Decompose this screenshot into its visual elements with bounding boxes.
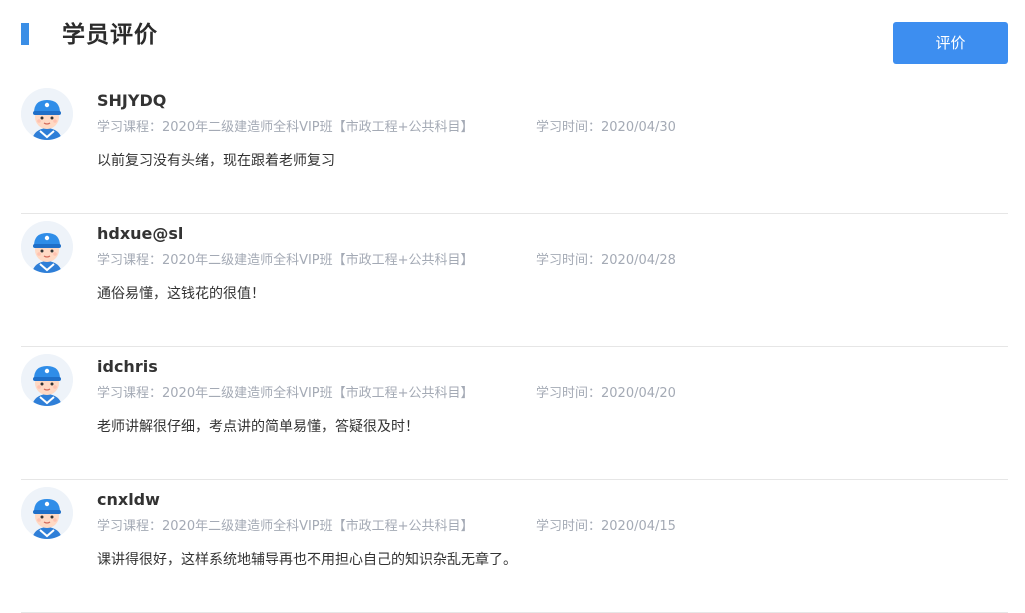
review-item: hdxue@sl 学习课程：2020年二级建造师全科VIP班【市政工程+公共科目… bbox=[21, 214, 1008, 347]
title-accent-bar bbox=[21, 23, 29, 45]
study-time: 学习时间：2020/04/20 bbox=[536, 386, 676, 401]
user-name: hdxue@sl bbox=[97, 224, 184, 243]
user-name: SHJYDQ bbox=[97, 91, 167, 110]
avatar bbox=[21, 221, 73, 273]
review-meta: 学习课程：2020年二级建造师全科VIP班【市政工程+公共科目】 学习时间：202… bbox=[97, 517, 676, 537]
review-list: SHJYDQ 学习课程：2020年二级建造师全科VIP班【市政工程+公共科目】学… bbox=[21, 81, 1008, 613]
review-comment: 以前复习没有头绪，现在跟着老师复习 bbox=[97, 153, 335, 169]
review-item: cnxldw 学习课程：2020年二级建造师全科VIP班【市政工程+公共科目】学… bbox=[21, 480, 1008, 613]
user-name: cnxldw bbox=[97, 490, 160, 509]
avatar bbox=[21, 487, 73, 539]
review-comment: 老师讲解很仔细，考点讲的简单易懂，答疑很及时！ bbox=[97, 419, 419, 435]
review-item: idchris 学习课程：2020年二级建造师全科VIP班【市政工程+公共科目】… bbox=[21, 347, 1008, 480]
course-info: 学习课程：2020年二级建造师全科VIP班【市政工程+公共科目】 bbox=[97, 120, 474, 135]
avatar bbox=[21, 354, 73, 406]
course-info: 学习课程：2020年二级建造师全科VIP班【市政工程+公共科目】 bbox=[97, 253, 474, 268]
review-meta: 学习课程：2020年二级建造师全科VIP班【市政工程+公共科目】 学习时间：202… bbox=[97, 251, 676, 271]
review-item: SHJYDQ 学习课程：2020年二级建造师全科VIP班【市政工程+公共科目】学… bbox=[21, 81, 1008, 214]
write-review-button[interactable]: 评价 bbox=[893, 22, 1008, 64]
course-info: 学习课程：2020年二级建造师全科VIP班【市政工程+公共科目】 bbox=[97, 386, 474, 401]
student-avatar-icon bbox=[21, 487, 73, 539]
section-header: 学员评价 评价 bbox=[0, 0, 1025, 70]
review-comment: 课讲得很好，这样系统地辅导再也不用担心自己的知识杂乱无章了。 bbox=[97, 552, 517, 568]
course-info: 学习课程：2020年二级建造师全科VIP班【市政工程+公共科目】 bbox=[97, 519, 474, 534]
study-time: 学习时间：2020/04/30 bbox=[536, 120, 676, 135]
student-avatar-icon bbox=[21, 221, 73, 273]
avatar bbox=[21, 88, 73, 140]
user-name: idchris bbox=[97, 357, 158, 376]
study-time: 学习时间：2020/04/15 bbox=[536, 519, 676, 534]
student-avatar-icon bbox=[21, 354, 73, 406]
study-time: 学习时间：2020/04/28 bbox=[536, 253, 676, 268]
review-comment: 通俗易懂，这钱花的很值！ bbox=[97, 286, 265, 302]
section-title: 学员评价 bbox=[62, 22, 158, 48]
student-avatar-icon bbox=[21, 88, 73, 140]
review-meta: 学习课程：2020年二级建造师全科VIP班【市政工程+公共科目】 学习时间：202… bbox=[97, 118, 676, 138]
review-meta: 学习课程：2020年二级建造师全科VIP班【市政工程+公共科目】 学习时间：202… bbox=[97, 384, 676, 404]
